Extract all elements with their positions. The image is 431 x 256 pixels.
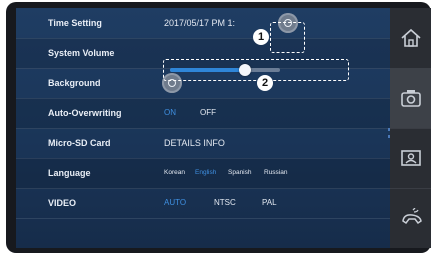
home-icon xyxy=(401,28,421,47)
language-option-korean[interactable]: Korean xyxy=(164,158,185,188)
volume-highlight-box xyxy=(163,59,349,81)
language-label: Language xyxy=(48,168,91,178)
auto-overwriting-off-option[interactable]: OFF xyxy=(200,98,216,128)
language-row: Language Korean English Spanish Russian xyxy=(16,158,390,189)
video-option-auto[interactable]: AUTO xyxy=(164,188,186,218)
auto-overwriting-row: Auto-Overwriting ON OFF xyxy=(16,98,390,129)
intercom-icon xyxy=(402,208,422,225)
video-option-pal[interactable]: PAL xyxy=(262,188,277,218)
micro-sd-details-link[interactable]: DETAILS INFO xyxy=(164,128,225,158)
language-option-russian[interactable]: Russian xyxy=(264,158,287,188)
time-setting-label: Time Setting xyxy=(48,18,102,28)
camera-icon xyxy=(401,90,421,107)
auto-overwriting-on-option[interactable]: ON xyxy=(164,98,176,128)
micro-sd-label: Micro-SD Card xyxy=(48,138,111,148)
background-label: Background xyxy=(48,78,101,88)
video-row: VIDEO AUTO NTSC PAL xyxy=(16,188,390,219)
sidebar-home-button[interactable] xyxy=(390,8,431,69)
micro-sd-row[interactable]: Micro-SD Card DETAILS INFO xyxy=(16,128,390,159)
contact-card-icon xyxy=(401,150,421,166)
sidebar xyxy=(390,8,431,248)
sidebar-contacts-button[interactable] xyxy=(390,128,431,189)
language-option-spanish[interactable]: Spanish xyxy=(228,158,252,188)
callout-1: 1 xyxy=(253,29,269,45)
time-setting-value: 2017/05/17 PM 1: xyxy=(164,18,236,28)
language-option-english[interactable]: English xyxy=(195,158,216,188)
video-label: VIDEO xyxy=(48,198,77,208)
settings-screen: Time Setting 2017/05/17 PM 1: System Vol… xyxy=(16,8,390,248)
sidebar-camera-button[interactable] xyxy=(390,68,431,129)
callout-2: 2 xyxy=(257,75,273,91)
auto-overwriting-label: Auto-Overwriting xyxy=(48,108,122,118)
time-setting-row[interactable]: Time Setting 2017/05/17 PM 1: xyxy=(16,8,390,39)
system-volume-label: System Volume xyxy=(48,48,115,58)
video-option-ntsc[interactable]: NTSC xyxy=(214,188,236,218)
sidebar-intercom-button[interactable] xyxy=(390,188,431,248)
gear-highlight-box xyxy=(270,22,305,53)
